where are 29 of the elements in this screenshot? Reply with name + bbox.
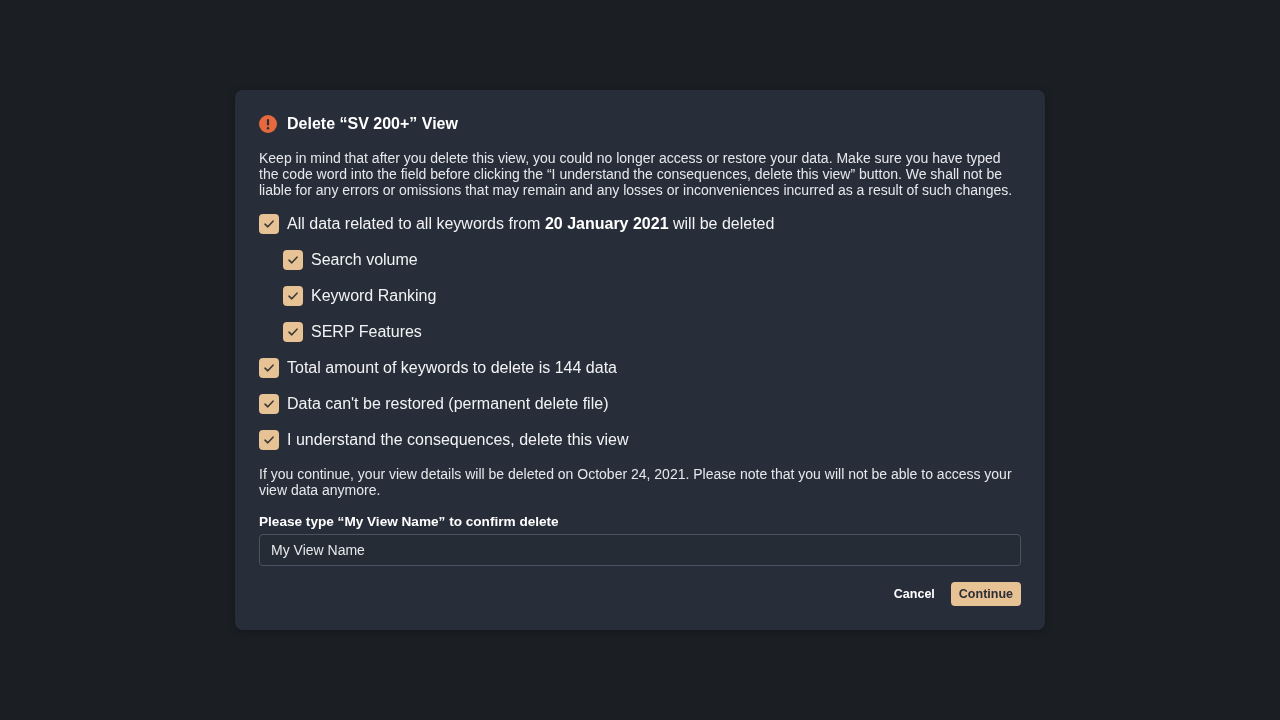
dialog-title: Delete “SV 200+” View (287, 114, 458, 134)
checkbox-label: Data can't be restored (permanent delete file) (287, 394, 609, 414)
description-text: Keep in mind that after you delete this view, you could no longer access or restore your data. Make sure you have typed the code word into the field before clicking the “I understand the consequences, delete this view” button. We shall not be liable for any errors or omissions that may remain and any losses or inconveniences incurred as a result of such changes. (259, 150, 1014, 198)
checkbox[interactable] (259, 358, 279, 378)
checkmark-icon (288, 256, 298, 264)
continue-button[interactable]: Continue (950, 582, 1021, 606)
checkmark-icon (264, 436, 274, 444)
checkbox-label: I understand the consequences, delete this view (287, 430, 629, 450)
checkbox[interactable] (259, 214, 279, 234)
checkbox[interactable] (259, 430, 279, 450)
checkbox-label: Total amount of keywords to delete is 144 data (287, 358, 617, 378)
checkbox[interactable] (283, 250, 303, 270)
note-text: If you continue, your view details will be deleted on October 24, 2021. Please note that you will not be able to access your view data anymore. (259, 466, 1013, 498)
checkbox-label: SERP Features (311, 322, 422, 342)
exclamation-icon (259, 115, 277, 133)
checkbox[interactable] (259, 394, 279, 414)
checkmark-icon (264, 220, 274, 228)
checkbox[interactable] (283, 286, 303, 306)
checkmark-icon (264, 400, 274, 408)
checkmark-icon (264, 364, 274, 372)
checkmark-icon (288, 292, 298, 300)
checkbox[interactable] (283, 322, 303, 342)
checkbox-label: Search volume (311, 250, 418, 270)
checkbox-label: All data related to all keywords from 20 January 2021 will be deleted (287, 214, 775, 234)
checkmark-icon (288, 328, 298, 336)
cancel-button[interactable]: Cancel (885, 582, 943, 606)
checkbox-label: Keyword Ranking (311, 286, 437, 306)
input-field[interactable]: My View Name (259, 534, 1021, 566)
field-label: Please type “My View Name” to confirm delete (259, 514, 560, 530)
